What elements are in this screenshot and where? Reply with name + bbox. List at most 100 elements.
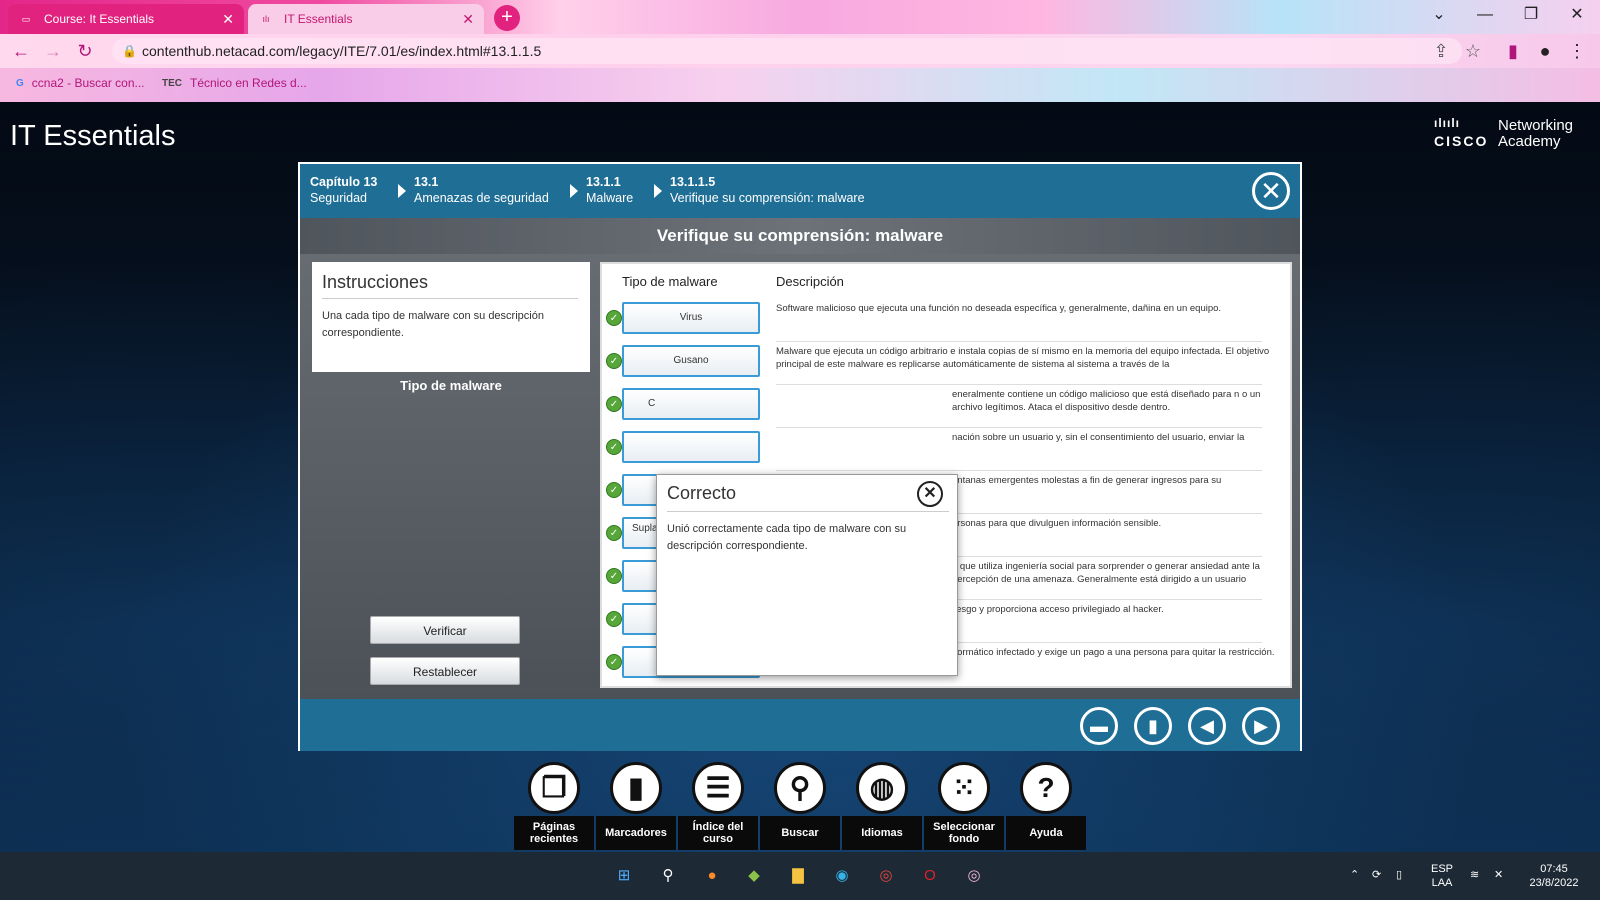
- menu-icon: ☰: [692, 762, 744, 814]
- verify-button[interactable]: Verificar: [370, 616, 520, 644]
- term-box[interactable]: C: [622, 388, 760, 420]
- more-menu-icon[interactable]: ⋮: [1566, 40, 1588, 62]
- url-text: contenthub.netacad.com/legacy/ITE/7.01/e…: [142, 43, 542, 59]
- lock-icon[interactable]: 🔒: [122, 38, 137, 64]
- tool-select-background[interactable]: ⁙ Seleccionar fondo: [924, 762, 1004, 852]
- bookmark-ccna2[interactable]: G ccna2 - Buscar con...: [16, 76, 145, 90]
- file-explorer-icon[interactable]: ▇: [786, 864, 810, 888]
- tool-search[interactable]: ⚲ Buscar: [760, 762, 840, 852]
- previous-page-icon[interactable]: ◀: [1188, 707, 1226, 745]
- check-correct-icon: ✓: [606, 482, 622, 498]
- address-bar[interactable]: 🔒 contenthub.netacad.com/legacy/ITE/7.01…: [112, 38, 1462, 64]
- wifi-icon[interactable]: ≋: [1470, 868, 1479, 882]
- tab-close-icon[interactable]: ✕: [462, 11, 474, 28]
- cisco-networking-academy-logo: ılıılı CISCO Networking Academy: [1434, 116, 1584, 152]
- back-icon[interactable]: ←: [10, 40, 32, 62]
- term-box[interactable]: [622, 431, 760, 463]
- column-header-description: Descripción: [776, 274, 844, 289]
- row-divider: [776, 470, 1262, 471]
- time: 07:45: [1540, 863, 1568, 875]
- cisco-favicon-icon: ılı: [262, 14, 270, 24]
- breadcrumb-topic[interactable]: 13.1.1 Malware: [586, 174, 633, 206]
- row-divider: [776, 427, 1262, 428]
- description-text: nación sobre un usuario y, sin el consen…: [952, 432, 1245, 443]
- forward-icon[interactable]: →: [42, 40, 64, 62]
- tab-it-essentials[interactable]: ılı IT Essentials ✕: [248, 4, 484, 34]
- share-icon[interactable]: ⇪: [1430, 40, 1452, 62]
- breadcrumb-section[interactable]: 13.1 Amenazas de seguridad: [414, 174, 549, 206]
- bookmark-icon[interactable]: ▮: [1134, 707, 1172, 745]
- check-correct-icon: ✓: [606, 611, 622, 627]
- tool-languages[interactable]: ◍ Idiomas: [842, 762, 922, 852]
- search-icon[interactable]: ⚲: [656, 864, 680, 888]
- edge-icon[interactable]: ◉: [830, 864, 854, 888]
- browser-tab-strip: ▭ Course: It Essentials ✕ ılı IT Essenti…: [0, 0, 1600, 34]
- tool-bookmarks[interactable]: ▮ Marcadores: [596, 762, 676, 852]
- tab-title: Course: It Essentials: [44, 12, 155, 26]
- minimize-button[interactable]: —: [1462, 0, 1508, 30]
- pages-icon: ❐: [528, 762, 580, 814]
- search-icon: ⚲: [774, 762, 826, 814]
- restore-button[interactable]: ❐: [1508, 0, 1554, 30]
- term-box[interactable]: Virus: [622, 302, 760, 334]
- description-text: eneralmente contiene un código malicioso…: [952, 389, 1261, 413]
- cisco-wordmark: CISCO: [1434, 133, 1489, 149]
- new-tab-button[interactable]: +: [494, 5, 520, 31]
- tab-title: IT Essentials: [284, 12, 353, 26]
- tool-label: Idiomas: [842, 816, 922, 850]
- reset-button[interactable]: Restablecer: [370, 657, 520, 685]
- column-header-type: Tipo de malware: [622, 274, 718, 289]
- bookmark-label: ccna2 - Buscar con...: [31, 76, 145, 90]
- layout-code: LAA: [1431, 877, 1453, 889]
- opera-icon[interactable]: O: [918, 864, 942, 888]
- tool-label: Páginas recientes: [514, 816, 594, 850]
- windows-start-icon[interactable]: ⊞: [612, 864, 636, 888]
- lang-code: ESP: [1430, 863, 1453, 875]
- tec-icon: TEC: [162, 77, 182, 89]
- table-row: ✓ Gusano Malware que ejecuta un código a…: [602, 345, 1290, 388]
- feedback-dialog: Correcto ✕ Unió correctamente cada tipo …: [656, 474, 958, 676]
- tool-course-index[interactable]: ☰ Índice del curso: [678, 762, 758, 852]
- instructions-heading: Instrucciones: [322, 272, 429, 292]
- sync-icon[interactable]: ⟳: [1372, 868, 1381, 882]
- tool-help[interactable]: ? Ayuda: [1006, 762, 1086, 852]
- breadcrumb-arrow-icon: [570, 184, 578, 198]
- term-box[interactable]: Gusano: [622, 345, 760, 377]
- close-feedback-icon[interactable]: ✕: [917, 481, 943, 507]
- clock[interactable]: 07:45 23/8/2022: [1520, 862, 1588, 890]
- chevron-up-icon[interactable]: ⌃: [1350, 868, 1359, 882]
- firefox-icon[interactable]: ●: [700, 864, 724, 888]
- logo-line2: Academy: [1498, 133, 1561, 150]
- chrome-icon[interactable]: ◎: [874, 864, 898, 888]
- next-page-icon[interactable]: ▶: [1242, 707, 1280, 745]
- tool-recent-pages[interactable]: ❐ Páginas recientes: [514, 762, 594, 852]
- reload-icon[interactable]: ↻: [74, 40, 96, 62]
- breadcrumb: Capítulo 13 Seguridad 13.1 Amenazas de s…: [300, 164, 1300, 218]
- description-text: a que utiliza ingeniería social para sor…: [952, 561, 1260, 588]
- tab-close-icon[interactable]: ✕: [222, 11, 234, 28]
- tool-label: Buscar: [760, 816, 840, 850]
- tab-search-icon[interactable]: ⌄: [1416, 0, 1462, 30]
- check-correct-icon: ✓: [606, 310, 622, 326]
- close-module-icon[interactable]: ✕: [1252, 172, 1290, 210]
- breadcrumb-chapter[interactable]: Capítulo 13 Seguridad: [310, 174, 377, 206]
- instructions-panel: Instrucciones Una cada tipo de malware c…: [312, 262, 590, 372]
- star-icon[interactable]: ☆: [1462, 40, 1484, 62]
- close-window-button[interactable]: ✕: [1554, 0, 1600, 30]
- feedback-text: Unió correctamente cada tipo de malware …: [667, 523, 907, 552]
- breadcrumb-page: 13.1.1.5 Verifique su comprensión: malwa…: [670, 175, 865, 205]
- profile-avatar-icon[interactable]: ●: [1534, 40, 1556, 62]
- app-icon[interactable]: ◆: [742, 864, 766, 888]
- sidebar-icon[interactable]: ▮: [1502, 40, 1524, 62]
- check-correct-icon: ✓: [606, 439, 622, 455]
- page-title: Verifique su comprensión: malware: [300, 218, 1300, 254]
- volume-muted-icon[interactable]: ✕: [1494, 868, 1503, 882]
- language-indicator[interactable]: ESP LAA: [1424, 862, 1460, 890]
- chrome-themed-icon[interactable]: ◎: [962, 864, 986, 888]
- bookmark-tecnico-redes[interactable]: TEC Técnico en Redes d...: [162, 76, 307, 90]
- battery-icon[interactable]: ▯: [1396, 868, 1402, 882]
- divider: [667, 511, 949, 512]
- tab-course-it-essentials[interactable]: ▭ Course: It Essentials ✕: [8, 4, 244, 34]
- comment-icon[interactable]: ▬: [1080, 707, 1118, 745]
- check-correct-icon: ✓: [606, 396, 622, 412]
